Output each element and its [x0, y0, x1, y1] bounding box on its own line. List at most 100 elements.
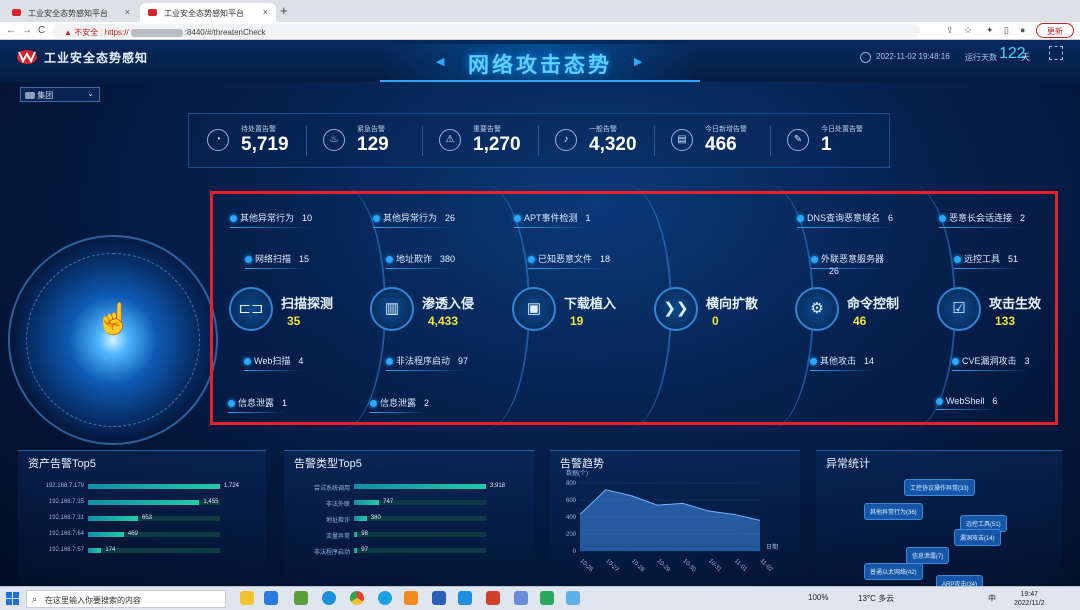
attack-item[interactable]: 恶意长会话连接 2 — [939, 211, 1026, 228]
attack-item[interactable]: 远控工具 51 — [954, 252, 1019, 269]
next-page-arrow-icon[interactable]: ▶ — [634, 55, 642, 68]
command-icon: ⚙ — [795, 287, 839, 331]
item-label: 外联恶意服务器 — [821, 254, 885, 264]
stat-important: ⚠ 重要告警 1,270 — [425, 124, 539, 160]
tab-close-icon[interactable]: × — [263, 7, 268, 17]
url-input[interactable]: ▲ 不安全 | https://:8440/#/threatenCheck — [52, 24, 920, 38]
back-button[interactable]: ← — [6, 25, 16, 36]
chrome-icon[interactable] — [350, 591, 364, 605]
app-icon[interactable] — [566, 591, 580, 605]
stage-name: 扫描探测 — [281, 296, 334, 311]
page-title: 网络攻击态势 — [468, 54, 612, 77]
y-tick-label: 400 — [566, 515, 577, 521]
anomaly-bubble[interactable]: 其他异常行为(36) — [864, 503, 923, 520]
browser-tab-2[interactable]: 工业安全态势感知平台 × — [140, 3, 276, 22]
bar-value: 747 — [383, 499, 394, 505]
bar[interactable] — [88, 516, 138, 521]
wechat-icon[interactable] — [540, 591, 554, 605]
anomaly-bubble[interactable]: 普通以太网络(42) — [864, 563, 923, 580]
ime-indicator[interactable]: 中 — [988, 593, 996, 604]
attack-item[interactable]: 其他异常行为 10 — [230, 211, 313, 228]
attack-item[interactable]: CVE漏洞攻击 3 — [952, 354, 1030, 371]
bar[interactable] — [354, 484, 486, 489]
battery-indicator[interactable]: 100% — [808, 593, 828, 602]
bar[interactable] — [88, 484, 220, 489]
bar[interactable] — [88, 500, 200, 505]
word-icon[interactable] — [432, 591, 446, 605]
app-icon[interactable] — [378, 591, 392, 605]
bar[interactable] — [88, 548, 102, 553]
attack-item[interactable]: 地址欺诈 380 — [386, 252, 456, 269]
dot-icon — [514, 215, 521, 222]
attack-item[interactable]: 非法程序启动 97 — [386, 354, 469, 371]
item-underline — [939, 227, 1026, 228]
app-icon[interactable] — [294, 591, 308, 605]
dot-icon — [245, 256, 252, 263]
tab-title: 工业安全态势感知平台 — [28, 9, 108, 18]
bell-icon: ♪ — [555, 129, 577, 151]
forward-button[interactable]: → — [22, 25, 32, 36]
anomaly-bubble[interactable]: 工控协议操作异常(33) — [904, 479, 975, 496]
attack-item[interactable]: 其他攻击 14 — [810, 354, 875, 371]
panel-title: 异常统计 — [826, 458, 870, 470]
browser-tab-1[interactable]: 工业安全态势感知平台 × — [4, 3, 138, 22]
item-count: 380 — [440, 254, 456, 264]
attack-item[interactable]: APT事件检测 1 — [514, 211, 591, 228]
attack-item[interactable]: WebShell 6 — [936, 396, 998, 410]
spread-icon: ❯❯ — [654, 287, 698, 331]
powerpoint-icon[interactable] — [486, 591, 500, 605]
x-tick-label: 10-27 — [604, 558, 620, 574]
app-icon[interactable] — [514, 591, 528, 605]
weather-indicator[interactable]: 13°C 多云 — [858, 593, 894, 604]
attack-item[interactable]: Web扫描 4 — [244, 354, 304, 371]
attack-item[interactable]: 已知恶意文件 18 — [528, 252, 611, 269]
stat-label: 一般告警 — [589, 126, 617, 133]
stage-name: 渗透入侵 — [422, 296, 475, 311]
item-label: 网络扫描 — [255, 254, 292, 264]
attack-item[interactable]: 网络扫描 15 — [245, 252, 310, 269]
attack-item[interactable]: 信息泄露 2 — [370, 396, 430, 413]
profile-icon[interactable]: ● — [1020, 25, 1025, 35]
taskbar-search-input[interactable]: ⌕ 在这里输入你要搜索的内容 — [26, 590, 226, 608]
bar[interactable] — [354, 500, 380, 505]
attack-item[interactable]: 信息泄露 1 — [228, 396, 288, 413]
app-icon[interactable] — [404, 591, 418, 605]
new-tab-button[interactable]: + — [280, 3, 288, 18]
tab-close-icon[interactable]: × — [125, 7, 130, 17]
share-icon[interactable]: ⇪ — [946, 25, 954, 36]
system-clock[interactable]: 19:47 2022/11/2 — [1014, 590, 1045, 608]
reload-button[interactable]: C — [38, 25, 45, 36]
browser-tab-bar: 工业安全态势感知平台 × 工业安全态势感知平台 × + — [0, 0, 1080, 22]
attack-item[interactable]: DNS查询恶意域名 6 — [797, 211, 894, 228]
y-axis-unit: 数据(个) — [566, 469, 588, 477]
anomaly-bubble[interactable]: 信息泄露(7) — [906, 547, 950, 564]
item-underline — [386, 268, 456, 269]
extensions-icon[interactable]: ✦ — [986, 25, 994, 36]
anomaly-bubble[interactable]: 漏洞攻击(14) — [954, 529, 1001, 546]
item-underline — [245, 268, 310, 269]
fullscreen-icon[interactable] — [1049, 46, 1063, 60]
anomaly-bubble[interactable]: ARP攻击(34) — [936, 575, 984, 586]
update-button[interactable]: 更新 — [1036, 23, 1074, 38]
bar[interactable] — [354, 516, 367, 521]
attack-item[interactable]: 其他异常行为 26 — [373, 211, 456, 228]
bar-value: 3,918 — [490, 483, 506, 489]
app-icon[interactable] — [458, 591, 472, 605]
bar-label: 流量异常 — [325, 534, 350, 540]
bar[interactable] — [354, 548, 358, 553]
file-explorer-icon[interactable] — [240, 591, 254, 605]
x-tick-label: 10-31 — [707, 558, 723, 574]
bar[interactable] — [354, 532, 358, 537]
item-underline — [370, 412, 430, 413]
attack-item[interactable]: 外联恶意服务器 — [811, 252, 885, 269]
app-icon[interactable] — [264, 591, 278, 605]
sidebar-icon[interactable]: ▯ — [1004, 25, 1009, 36]
bar-label: 192.168.7.31 — [48, 515, 84, 521]
windows-start-icon[interactable] — [6, 592, 20, 606]
site-favicon-icon — [148, 9, 157, 16]
bar-label: 尝试系统调用 — [313, 486, 350, 492]
group-select[interactable]: 集团 ⌄ — [20, 87, 100, 102]
bar[interactable] — [88, 532, 124, 537]
edge-icon[interactable] — [322, 591, 336, 605]
bookmark-star-icon[interactable]: ☆ — [964, 25, 972, 36]
